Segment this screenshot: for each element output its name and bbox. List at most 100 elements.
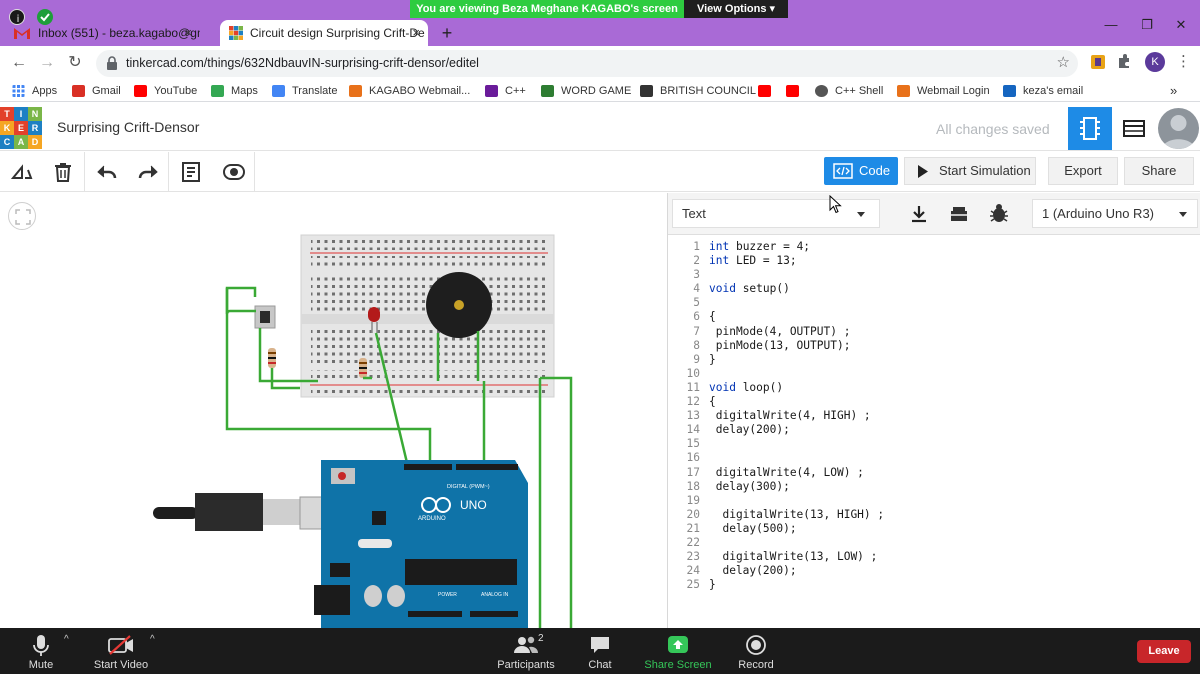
visibility-icon[interactable] (222, 160, 246, 184)
bookmark-star-icon[interactable]: ☆ (1057, 53, 1070, 71)
bookmarks-more[interactable]: » (1170, 83, 1177, 99)
bookmark-youtube[interactable]: YouTube (134, 83, 197, 99)
tinkercad-logo[interactable]: T I N K E R C A D (0, 107, 42, 149)
url-field[interactable]: tinkercad.com/things/632NdbauvIN-surpris… (96, 50, 1078, 77)
bookmark-word-game[interactable]: WORD GAME (541, 83, 631, 99)
code-line[interactable]: int buzzer = 4; (709, 240, 1189, 254)
undo-icon[interactable] (95, 160, 119, 184)
piezo-buzzer[interactable] (426, 272, 492, 338)
code-line[interactable]: digitalWrite(4, HIGH) ; (709, 409, 1189, 423)
bookmark-youtube-3[interactable] (786, 83, 806, 99)
code-line[interactable]: delay(200); (709, 423, 1189, 437)
profile-icon[interactable]: K (1145, 52, 1165, 72)
circuit-view-button[interactable] (1068, 107, 1112, 150)
bookmark-apps[interactable]: Apps (12, 83, 57, 99)
library-icon[interactable] (941, 199, 977, 228)
tab-circuit-design[interactable]: Circuit design Surprising Crift-De × (220, 20, 428, 46)
line-number: 8 (693, 338, 700, 352)
code-line[interactable] (709, 494, 1189, 508)
forward-icon[interactable]: → (36, 52, 58, 74)
redo-icon[interactable] (136, 160, 160, 184)
bookmark-translate[interactable]: Translate (272, 83, 337, 99)
arduino-uno-board[interactable]: UNO ARDUINO DIGITAL (PWM~) POWER ANALOG … (314, 460, 528, 628)
code-mode-dropdown[interactable]: Text (672, 199, 880, 228)
close-icon[interactable]: × (184, 20, 192, 46)
close-icon[interactable]: × (412, 20, 420, 46)
bookmark-british-council[interactable]: BRITISH COUNCIL (640, 83, 756, 99)
view-options-button[interactable]: View Options ▾ (684, 0, 788, 18)
push-button[interactable] (254, 305, 276, 329)
maximize-icon[interactable]: ❐ (1132, 17, 1162, 33)
code-line[interactable]: delay(500); (709, 522, 1189, 536)
extension-icon[interactable] (1090, 54, 1106, 70)
code-line[interactable] (709, 296, 1189, 310)
export-button[interactable]: Export (1048, 157, 1118, 185)
code-text-area[interactable]: int buzzer = 4; int LED = 13; void setup()… (709, 240, 1189, 592)
chat-button[interactable]: Chat (580, 632, 620, 672)
code-line[interactable]: delay(200); (709, 564, 1189, 578)
start-video-button[interactable]: Start Video (88, 632, 154, 672)
resistor[interactable] (359, 358, 367, 378)
code-line[interactable]: { (709, 395, 1189, 409)
code-line[interactable]: digitalWrite(4, LOW) ; (709, 466, 1189, 480)
new-tab-button[interactable]: + (436, 20, 458, 46)
code-line[interactable] (709, 367, 1189, 381)
bookmark-kezas-email[interactable]: keza's email (1003, 83, 1083, 99)
mute-button[interactable]: Mute (18, 632, 64, 672)
code-line[interactable] (709, 268, 1189, 282)
code-line[interactable]: digitalWrite(13, LOW) ; (709, 550, 1189, 564)
code-icon (833, 163, 853, 179)
component-list-button[interactable] (1114, 107, 1154, 150)
video-options-caret-icon[interactable]: ^ (150, 634, 155, 645)
trash-icon[interactable] (51, 160, 75, 184)
notes-icon[interactable] (179, 160, 203, 184)
share-button[interactable]: Share (1124, 157, 1194, 185)
code-line[interactable]: delay(300); (709, 480, 1189, 494)
back-icon[interactable]: ← (8, 52, 30, 74)
resistor[interactable] (268, 348, 276, 368)
code-line[interactable]: digitalWrite(13, HIGH) ; (709, 508, 1189, 522)
mute-options-caret-icon[interactable]: ^ (64, 634, 69, 645)
device-dropdown[interactable]: 1 (Arduino Uno R3) (1032, 199, 1198, 228)
bookmark-cpp[interactable]: C++ (485, 83, 526, 99)
minimize-icon[interactable]: — (1096, 17, 1126, 32)
code-line[interactable]: void setup() (709, 282, 1189, 296)
code-line[interactable]: } (709, 353, 1189, 367)
code-line[interactable] (709, 536, 1189, 550)
code-line[interactable]: pinMode(4, OUTPUT) ; (709, 325, 1189, 339)
bookmark-gmail[interactable]: Gmail (72, 83, 121, 99)
share-screen-button[interactable]: Share Screen (644, 632, 712, 672)
puzzle-icon[interactable] (1116, 54, 1132, 70)
reload-icon[interactable]: ↻ (64, 52, 86, 74)
tab-inbox-label: Inbox (551) - beza.kagabo@gma (38, 26, 200, 40)
code-line[interactable]: void loop() (709, 381, 1189, 395)
code-line[interactable]: pinMode(13, OUTPUT); (709, 339, 1189, 353)
bookmark-cpp-shell[interactable]: C++ Shell (815, 83, 883, 99)
code-line[interactable]: } (709, 578, 1189, 592)
bookmark-webmail-login[interactable]: Webmail Login (897, 83, 990, 99)
code-line[interactable] (709, 451, 1189, 465)
code-line[interactable]: { (709, 310, 1189, 324)
code-line[interactable] (709, 437, 1189, 451)
participants-button[interactable]: 2 Participants (494, 632, 558, 672)
bookmark-youtube-2[interactable] (758, 83, 778, 99)
start-simulation-button[interactable]: Start Simulation (904, 157, 1036, 185)
window-close-icon[interactable]: ✕ (1166, 17, 1196, 33)
design-title[interactable]: Surprising Crift-Densor (57, 119, 199, 135)
bookmark-maps[interactable]: Maps (211, 83, 258, 99)
participants-icon (514, 636, 539, 653)
menu-kebab-icon[interactable]: ⋮ (1176, 52, 1191, 70)
tab-inbox[interactable]: Inbox (551) - beza.kagabo@gma × (0, 20, 200, 46)
user-avatar[interactable] (1158, 108, 1199, 149)
debugger-bug-icon[interactable] (981, 199, 1017, 228)
breadboard[interactable] (300, 234, 555, 398)
record-button[interactable]: Record (734, 632, 778, 672)
code-button[interactable]: Code (824, 157, 898, 185)
rotate-icon[interactable] (10, 160, 34, 184)
code-line[interactable]: int LED = 13; (709, 254, 1189, 268)
download-icon[interactable] (901, 199, 937, 228)
circuit-canvas[interactable]: UNO ARDUINO DIGITAL (PWM~) POWER ANALOG … (0, 193, 667, 628)
browser-tab-strip: i You are viewing Beza Meghane KAGABO's … (0, 0, 1200, 46)
bookmark-kagabo-webmail[interactable]: KAGABO Webmail... (349, 83, 470, 99)
leave-meeting-button[interactable]: Leave (1137, 640, 1191, 663)
